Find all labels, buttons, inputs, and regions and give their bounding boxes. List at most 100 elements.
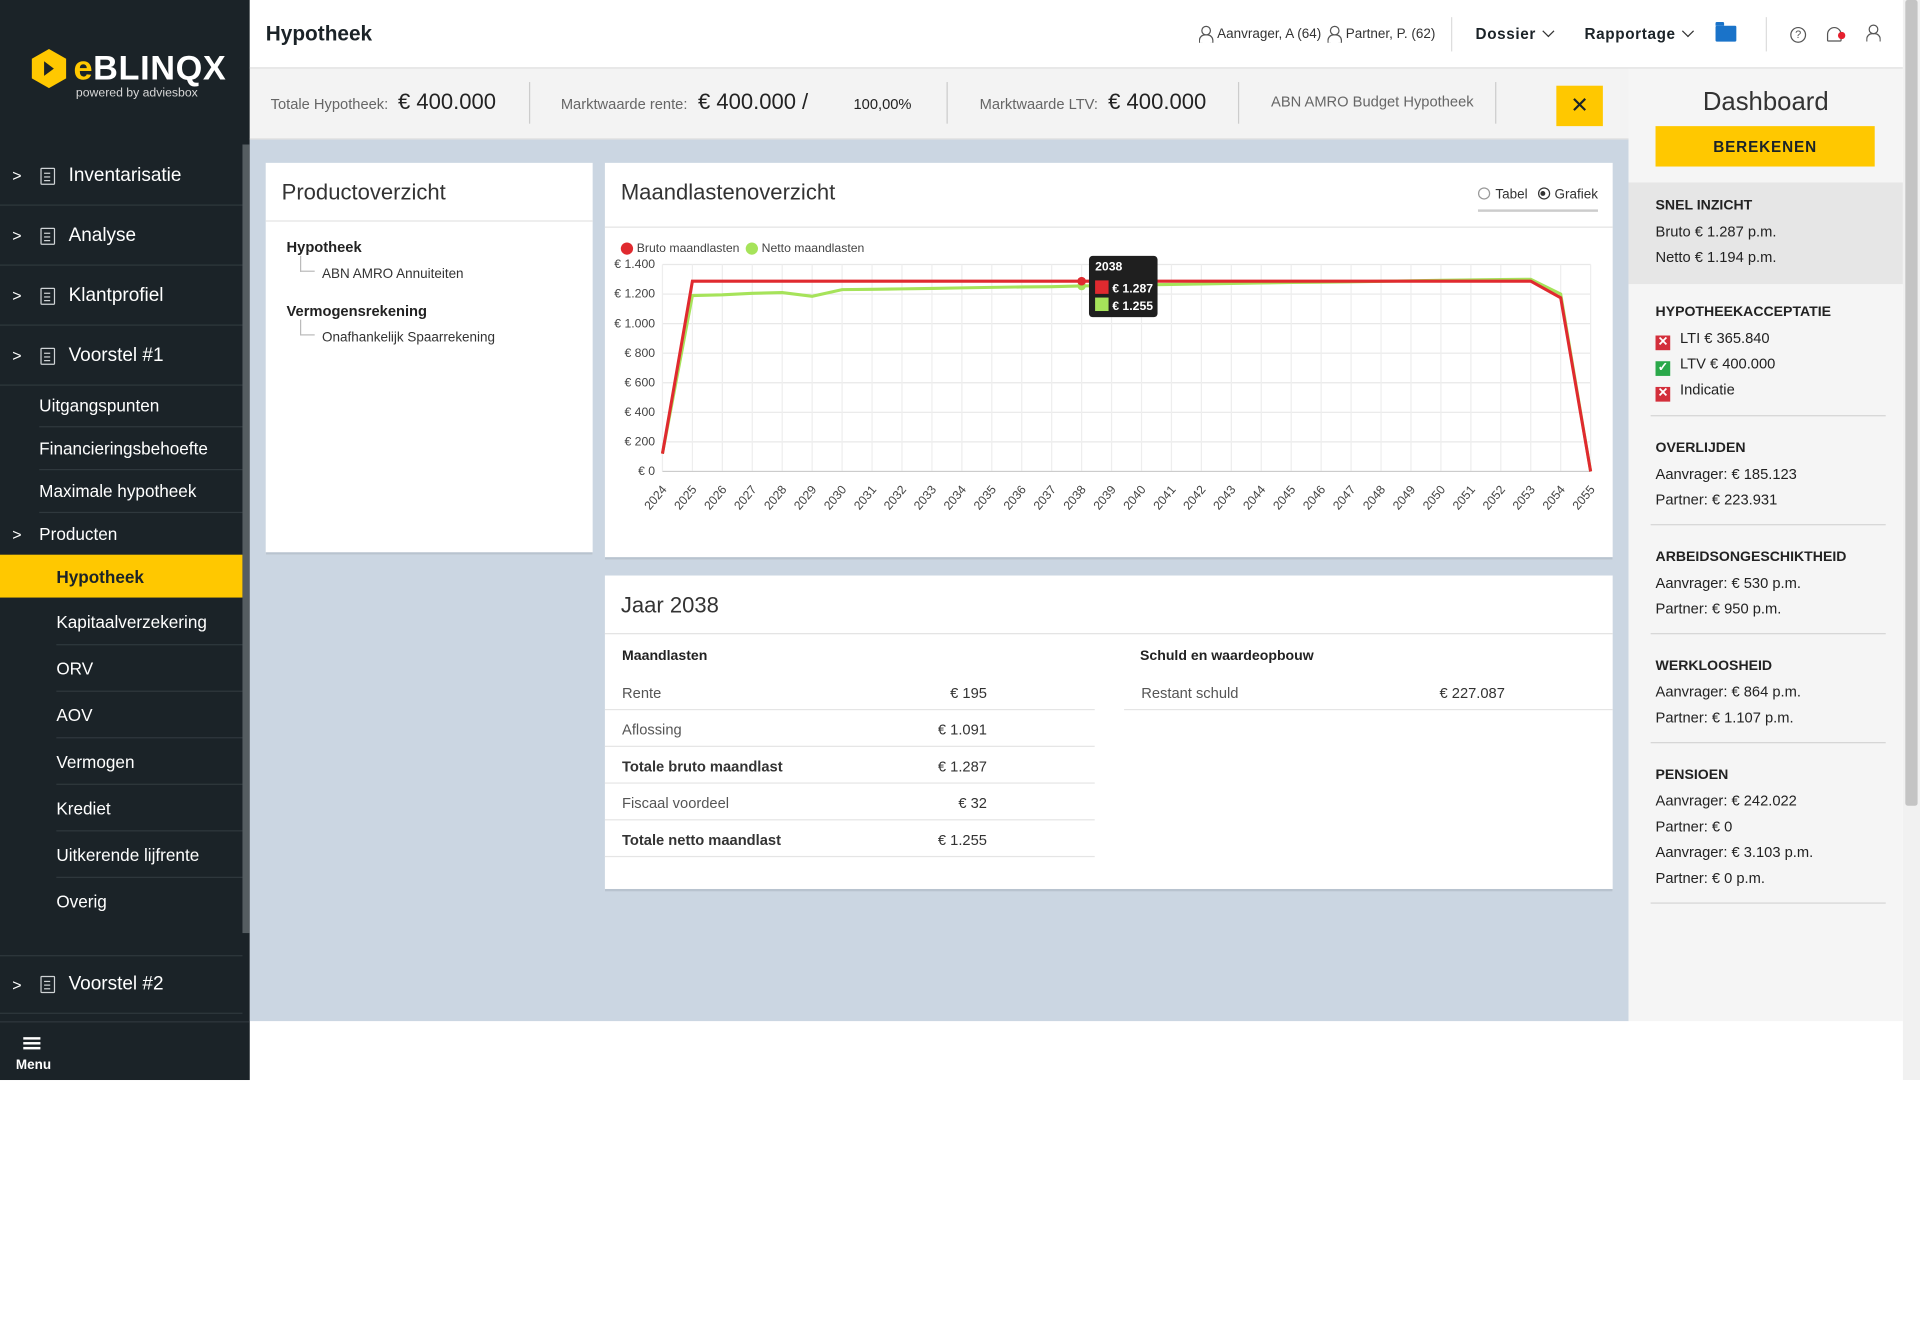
ww-line: Partner: € 1.107 p.m. <box>1655 708 1794 727</box>
tooltip-netto-value: € 1.255 <box>1112 299 1153 313</box>
overlijden-section: OVERLIJDEN Aanvrager: € 185.123 Partner:… <box>1656 441 1884 517</box>
chevron-down-icon <box>1682 25 1695 38</box>
section-heading: WERKLOOSHEID <box>1655 658 1773 674</box>
x-tick-label: 2045 <box>1270 483 1298 513</box>
x-tick-label: 2038 <box>1061 483 1089 513</box>
radio-tabel[interactable]: Tabel <box>1478 186 1528 202</box>
card-title: Productoverzicht <box>281 180 446 205</box>
row-value: € 32 <box>958 794 987 812</box>
acceptatie-ltv: ✓ LTV € 400.000 <box>1655 355 1884 381</box>
tree-group-vermogensrekening[interactable]: Vermogensrekening <box>287 302 427 319</box>
x-tick-label: 2047 <box>1330 483 1358 513</box>
radio-label: Grafiek <box>1554 187 1598 203</box>
jaar-card: Jaar 2038 Maandlasten Schuld en waardeop… <box>604 575 1613 892</box>
row-value: € 227.087 <box>1439 684 1505 702</box>
menu-button[interactable]: Menu <box>0 1021 250 1081</box>
card-title: Jaar 2038 <box>620 592 719 618</box>
main-content: Productoverzicht Hypotheek ABN AMRO Annu… <box>249 139 1629 1022</box>
sidebar-item-kapitaalverzekering[interactable]: Kapitaalverzekering <box>56 599 243 646</box>
divider <box>604 226 1613 228</box>
x-tick-label: 2043 <box>1210 483 1238 513</box>
section-heading: OVERLIJDEN <box>1655 440 1746 456</box>
x-tick-label: 2025 <box>671 483 699 513</box>
marktwaarde-ltv-value: € 400.000 <box>1108 89 1207 114</box>
x-tick-label: 2044 <box>1240 483 1268 513</box>
pensioen-line: Aanvrager: € 3.103 p.m. <box>1655 843 1814 861</box>
row-label: Totale bruto maandlast <box>622 757 783 776</box>
sidebar-item-inventarisatie[interactable]: > Inventarisatie <box>0 147 243 206</box>
x-tick-label: 2034 <box>941 483 969 513</box>
legend-bruto-marker <box>620 242 634 255</box>
x-tick-label: 2052 <box>1480 483 1508 513</box>
chevron-right-icon: > <box>12 524 22 544</box>
table-row: Aflossing € 1.091 <box>604 710 1095 747</box>
close-button[interactable]: ✕ <box>1556 85 1603 127</box>
sidebar-item-maximale-hypotheek[interactable]: Maximale hypotheek <box>39 470 243 514</box>
sidebar-scrollbar[interactable] <box>242 144 250 934</box>
checklist-icon <box>40 227 56 245</box>
divider <box>1650 415 1886 417</box>
arbeidsongeschiktheid-section: ARBEIDSONGESCHIKTHEID Aanvrager: € 530 p… <box>1656 550 1884 626</box>
y-tick-label: € 600 <box>624 375 655 389</box>
notification-badge <box>1837 31 1846 40</box>
logo-subtitle: powered by adviesbox <box>75 86 198 101</box>
page-scrollbar-thumb[interactable] <box>1905 0 1918 806</box>
overlijden-line: Partner: € 223.931 <box>1655 491 1778 509</box>
eblinqx-logo[interactable]: eBLINQX powered by adviesbox <box>27 47 227 106</box>
x-tick-label: 2035 <box>971 483 999 513</box>
x-tick-label: 2026 <box>701 483 729 513</box>
sidebar-item-producten[interactable]: > Producten <box>12 513 243 556</box>
dossier-menu[interactable]: Dossier <box>1476 25 1555 43</box>
row-value: € 1.255 <box>937 831 987 849</box>
divider <box>604 633 1613 635</box>
partner-label: Partner, P. (62) <box>1345 26 1436 42</box>
x-tick-label: 2040 <box>1120 483 1148 513</box>
sidebar-item-aov[interactable]: AOV <box>56 692 243 739</box>
sidebar-item-orv[interactable]: ORV <box>56 645 243 692</box>
folder-icon[interactable] <box>1715 22 1737 42</box>
sidebar-item-vermogen[interactable]: Vermogen <box>56 738 243 785</box>
sidebar-item-uitkerende-lijfrente[interactable]: Uitkerende lijfrente <box>56 831 243 878</box>
sidebar-item-uitgangspunten[interactable]: Uitgangspunten <box>39 384 243 428</box>
rapportage-menu[interactable]: Rapportage <box>1585 25 1695 43</box>
y-tick-label: € 0 <box>638 464 655 478</box>
help-icon[interactable]: ? <box>1790 26 1807 43</box>
divider <box>1650 742 1886 744</box>
sidebar-item-klantprofiel[interactable]: > Klantprofiel <box>0 267 243 326</box>
table-row: Fiscaal voordeel € 32 <box>604 784 1095 821</box>
x-tick-label: 2033 <box>911 483 939 513</box>
sidebar-item-voorstel-2[interactable]: > Voorstel #2 <box>0 955 243 1014</box>
tree-item-spaarrekening[interactable]: Onafhankelijk Spaarrekening <box>322 331 495 346</box>
sidebar-item-hypotheek[interactable]: Hypotheek <box>0 554 243 598</box>
x-tick-label: 2053 <box>1510 483 1538 513</box>
row-label: Rente <box>622 684 662 702</box>
tooltip-bruto-value: € 1.287 <box>1112 282 1153 296</box>
marktwaarde-rente-label: Marktwaarde rente: <box>560 95 688 113</box>
sidebar-item-label: Inventarisatie <box>68 164 182 186</box>
chevron-right-icon: > <box>12 346 22 365</box>
sidebar-item-analyse[interactable]: > Analyse <box>0 207 243 266</box>
snel-inzicht-section: SNEL INZICHT Bruto € 1.287 p.m. Netto € … <box>1628 182 1903 285</box>
berekenen-button[interactable]: BEREKENEN <box>1655 126 1875 167</box>
sidebar: eBLINQX powered by adviesbox > Inventari… <box>0 0 250 1081</box>
sidebar-item-overig[interactable]: Overig <box>56 878 242 925</box>
user-account-icon[interactable] <box>1866 24 1884 42</box>
marktwaarde-ltv-label: Marktwaarde LTV: <box>979 95 1099 113</box>
tree-item-abn-amro-annuiteiten[interactable]: ABN AMRO Annuiteiten <box>322 267 464 282</box>
y-tick-label: € 400 <box>624 405 655 419</box>
partner-button[interactable]: Partner, P. (62) <box>1327 25 1436 43</box>
sidebar-item-financieringsbehoefte[interactable]: Financieringsbehoefte <box>39 427 243 471</box>
x-tick-label: 2041 <box>1150 483 1178 513</box>
maandlasten-chart[interactable]: € 0 € 200 € 400 € 600 € 800 € 1.000 € 1.200 € 1… <box>605 230 1613 557</box>
summary-divider <box>1237 82 1240 124</box>
sidebar-item-voorstel-1[interactable]: > Voorstel #1 <box>0 327 243 386</box>
sidebar-item-krediet[interactable]: Krediet <box>56 785 243 832</box>
logo-brand: eBLINQX <box>73 48 227 87</box>
highlight-point-bruto <box>1077 276 1086 286</box>
sidebar-item-label: Klantprofiel <box>68 284 164 306</box>
profile-icon <box>40 287 56 305</box>
tree-group-hypotheek[interactable]: Hypotheek <box>287 239 362 256</box>
row-value: € 195 <box>950 684 987 702</box>
radio-grafiek[interactable]: Grafiek <box>1537 186 1598 202</box>
aanvrager-button[interactable]: Aanvrager, A (64) <box>1198 25 1321 43</box>
